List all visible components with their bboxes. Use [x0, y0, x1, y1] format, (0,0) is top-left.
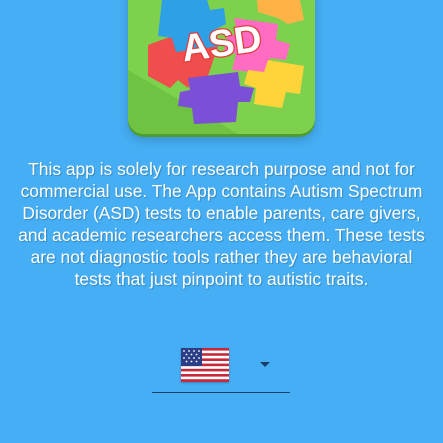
us-flag-icon [181, 348, 229, 382]
disclaimer-text: This app is solely for research purpose … [18, 159, 425, 289]
autism-puzzle-logo-icon: ASD [128, 0, 315, 134]
dropdown-arrow-icon [260, 362, 270, 367]
app-logo: ASD [128, 0, 315, 134]
language-select[interactable] [152, 344, 290, 393]
screen: ASD This app is solely for research purp… [0, 0, 443, 443]
